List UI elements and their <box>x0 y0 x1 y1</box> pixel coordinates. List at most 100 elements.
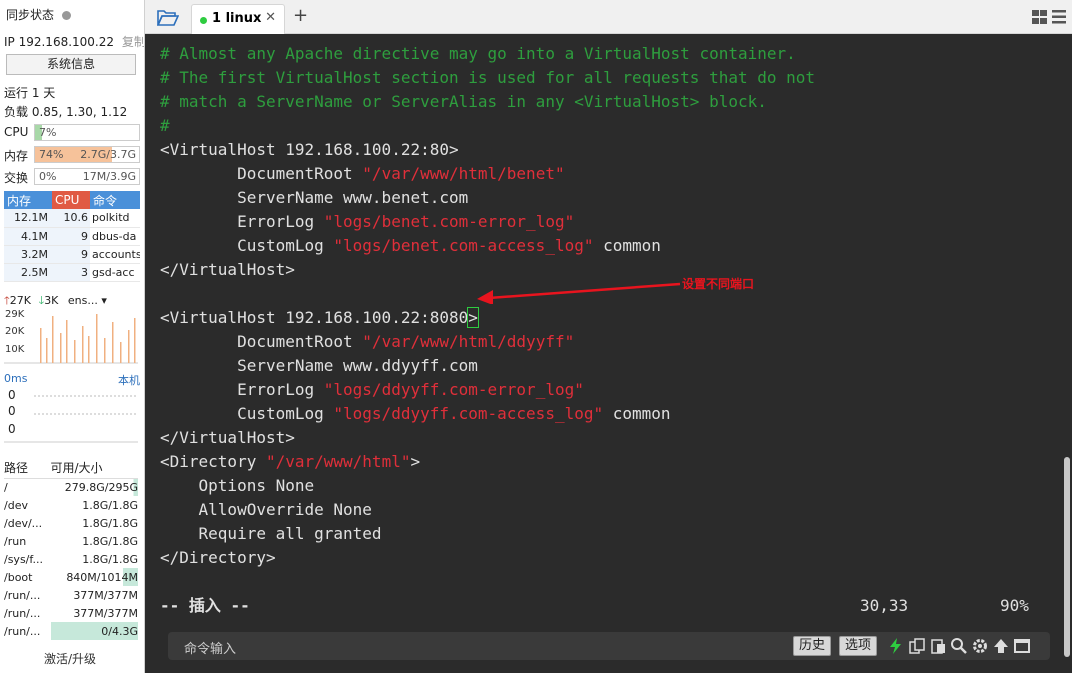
download-rate: 3K <box>44 294 59 307</box>
memory-meter: 内存 74% 2.7G/3.7G <box>4 146 140 163</box>
search-icon[interactable] <box>950 637 968 655</box>
vim-mode: -- 插入 -- <box>160 596 250 615</box>
disk-row[interactable]: /run 1.8G/1.8G <box>4 532 138 550</box>
net-axis-label: 10K <box>5 344 25 355</box>
disk-size-text: 279.8G/295G <box>64 480 138 494</box>
process-row[interactable]: 3.2M 9 accounts <box>4 245 140 264</box>
layout-grid-icon[interactable] <box>1032 10 1066 24</box>
disk-row[interactable]: /boot 840M/1014M <box>4 568 138 586</box>
tab-bar: 1 linux ✕ + <box>145 0 1072 34</box>
proc-header-mem[interactable]: 内存 <box>4 191 52 209</box>
terminal-line: </Directory> <box>160 548 276 567</box>
ip-address: IP 192.168.100.22 <box>4 35 115 49</box>
memory-amount: 2.7G/3.7G <box>80 148 136 161</box>
history-button[interactable]: 历史 <box>793 636 832 656</box>
terminal-line: </VirtualHost> <box>160 260 295 279</box>
disk-header-path[interactable]: 路径 <box>4 458 51 479</box>
disk-row[interactable]: /dev 1.8G/1.8G <box>4 496 138 514</box>
directive-text: <Directory <box>160 452 266 471</box>
command-input[interactable]: 命令输入 <box>184 638 236 657</box>
network-interface-select[interactable]: ens... ▾ <box>68 294 107 307</box>
add-tab-button[interactable]: + <box>293 5 308 26</box>
disk-row[interactable]: / 279.8G/295G <box>4 478 138 496</box>
string-literal: "logs/ddyyff.com-access_log" <box>333 404 604 423</box>
terminal-line: ServerName www.benet.com <box>160 188 469 207</box>
sync-status[interactable]: 同步状态 <box>6 6 72 23</box>
terminal-scrollbar[interactable] <box>1064 457 1070 657</box>
paste-icon[interactable] <box>929 637 947 655</box>
cpu-meter: CPU 7% <box>4 124 140 141</box>
gear-icon[interactable] <box>971 637 989 655</box>
lightning-icon[interactable] <box>887 637 905 655</box>
copy-icon[interactable] <box>908 637 926 655</box>
disk-row[interactable]: /run/... 0/4.3G <box>4 622 138 640</box>
arrow-up-icon[interactable] <box>992 637 1010 655</box>
disk-path: /dev/... <box>4 516 43 530</box>
latency-host[interactable]: 本机 <box>118 372 140 388</box>
cpu-percent: 7% <box>39 126 57 139</box>
directive-text: ErrorLog <box>160 212 324 231</box>
disk-row[interactable]: /run/... 377M/377M <box>4 604 138 622</box>
process-row[interactable]: 12.1M 10.6 polkitd <box>4 209 140 228</box>
proc-cmd: dbus-da <box>90 227 140 246</box>
directive-text: <VirtualHost 192.168.100.22:8080 <box>160 308 469 327</box>
directive-text: > <box>410 452 421 471</box>
string-literal: "logs/benet.com-access_log" <box>333 236 594 255</box>
proc-header-cpu[interactable]: CPU <box>52 191 90 209</box>
proc-cpu: 9 <box>52 245 90 264</box>
sync-dot-icon <box>62 11 72 20</box>
copy-ip-button[interactable]: 复制 <box>122 35 144 49</box>
terminal[interactable]: # Almost any Apache directive may go int… <box>145 35 1072 673</box>
disk-row[interactable]: /sys/f... 1.8G/1.8G <box>4 550 138 568</box>
swap-amount: 17M/3.9G <box>82 170 136 183</box>
tab-linux[interactable]: 1 linux ✕ <box>191 4 285 34</box>
disk-size-text: 1.8G/1.8G <box>82 516 138 530</box>
terminal-line: CustomLog "logs/benet.com-access_log" co… <box>160 234 661 258</box>
disk-header-size[interactable]: 可用/大小 <box>50 458 138 479</box>
string-literal: "/var/www/html" <box>265 452 411 471</box>
connected-dot-icon <box>200 17 207 24</box>
close-icon[interactable]: ✕ <box>265 10 276 25</box>
process-row[interactable]: 4.1M 9 dbus-da <box>4 227 140 246</box>
string-literal: "/var/www/html/ddyyff" <box>362 332 575 351</box>
directive-text: ErrorLog <box>160 380 324 399</box>
disk-size: 1.8G/1.8G <box>51 532 138 550</box>
disk-size-text: 1.8G/1.8G <box>82 498 138 512</box>
disk-path: / <box>4 480 8 494</box>
terminal-line: CustomLog "logs/ddyyff.com-access_log" c… <box>160 402 671 426</box>
proc-header-cmd[interactable]: 命令 <box>90 191 140 209</box>
proc-mem: 4.1M <box>4 227 52 246</box>
network-graph: 29K 20K 10K <box>4 309 138 364</box>
disk-size-text: 377M/377M <box>73 588 138 602</box>
disk-path: /sys/f... <box>4 552 43 566</box>
activate-upgrade-link[interactable]: 激活/升级 <box>0 650 140 667</box>
directive-text: DocumentRoot <box>160 332 363 351</box>
string-literal: "/var/www/html/benet" <box>362 164 565 183</box>
folder-open-icon[interactable] <box>157 8 179 26</box>
directive-text: common <box>593 236 661 255</box>
terminal-line: ServerName www.ddyyff.com <box>160 356 478 375</box>
disk-path: /run <box>4 534 27 548</box>
window-icon[interactable] <box>1013 637 1031 655</box>
disk-path: /run/... <box>4 588 41 602</box>
string-literal: "logs/benet.com-error_log" <box>323 212 575 231</box>
disk-path: /run/... <box>4 624 41 638</box>
latency-value: 0ms <box>4 372 28 385</box>
scroll-percent: 90% <box>1000 596 1029 615</box>
disk-row[interactable]: /dev/... 1.8G/1.8G <box>4 514 138 532</box>
process-row[interactable]: 2.5M 3 gsd-acc <box>4 263 140 282</box>
load-average: 负载 0.85, 1.30, 1.12 <box>4 105 128 119</box>
terminal-line: # The first VirtualHost section is used … <box>160 66 815 90</box>
options-button[interactable]: 选项 <box>839 636 878 656</box>
disk-row[interactable]: /run/... 377M/377M <box>4 586 138 604</box>
cpu-label: CPU <box>4 125 29 139</box>
proc-mem: 12.1M <box>4 209 52 228</box>
swap-label: 交换 <box>4 171 29 185</box>
directive-text: common <box>603 404 671 423</box>
latency-axis: 0 <box>8 388 16 402</box>
system-info-button[interactable]: 系统信息 <box>6 54 136 75</box>
disk-size-text: 1.8G/1.8G <box>82 552 138 566</box>
terminal-line: # match a ServerName or ServerAlias in a… <box>160 90 767 114</box>
sidebar: 同步状态 IP 192.168.100.22 复制 系统信息 运行 1 天 负载… <box>0 0 145 673</box>
proc-mem: 3.2M <box>4 245 52 264</box>
